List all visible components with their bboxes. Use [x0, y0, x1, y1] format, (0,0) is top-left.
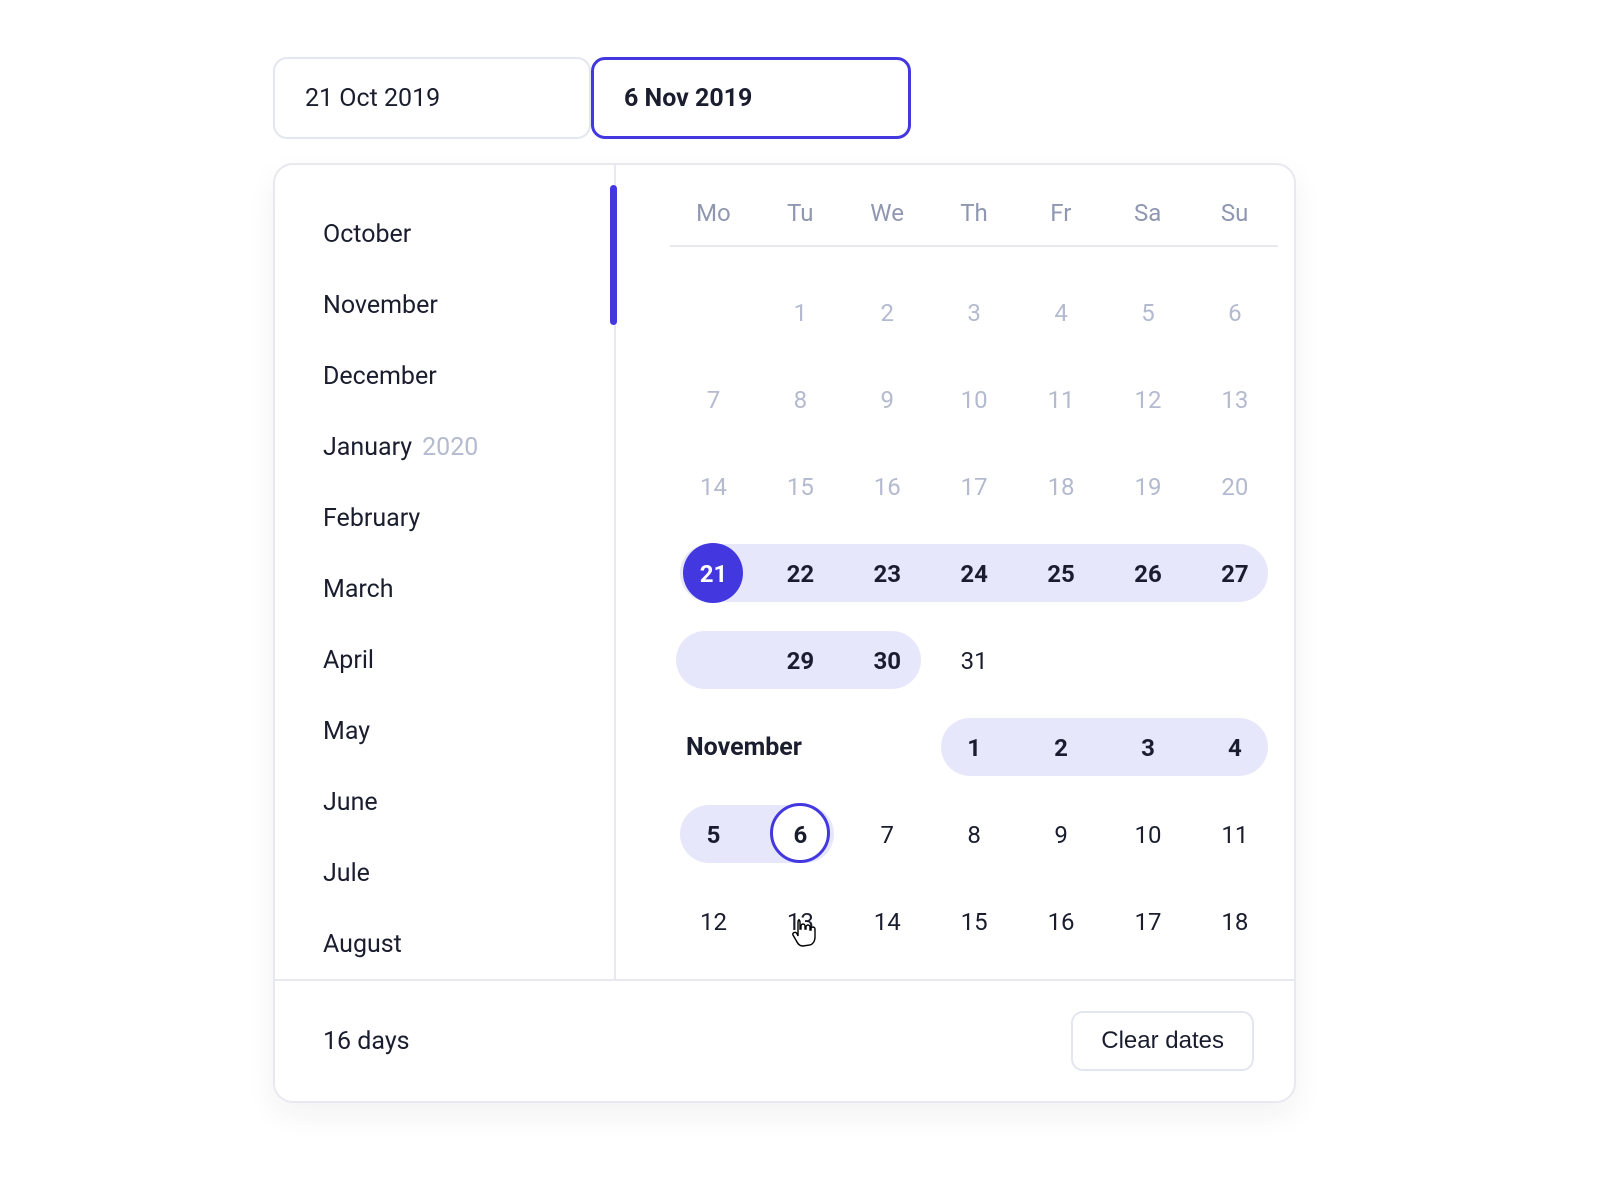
day-cell[interactable]: 22	[757, 530, 844, 617]
day-cell[interactable]: 7	[844, 791, 931, 878]
day-cell[interactable]: 2	[1018, 704, 1105, 791]
month-list-item[interactable]: January 2020	[323, 412, 614, 483]
month-list-item[interactable]: Jule	[323, 838, 614, 909]
month-list: October November December January 2020 Februa…	[275, 165, 616, 979]
day-cell[interactable]: 26	[1104, 530, 1191, 617]
month-list-item[interactable]: June	[323, 767, 614, 838]
weekday-label: Su	[1191, 199, 1278, 227]
month-label: August	[323, 930, 402, 959]
month-list-item[interactable]: December	[323, 341, 614, 412]
day-cell	[670, 704, 757, 791]
start-date-value: 21 Oct 2019	[305, 84, 440, 113]
weekday-label: We	[844, 199, 931, 227]
day-cell[interactable]: 11	[1191, 791, 1278, 878]
month-list-item[interactable]: November	[323, 270, 614, 341]
divider	[670, 245, 1278, 247]
month-label: December	[323, 362, 437, 391]
day-cell[interactable]: 23	[844, 530, 931, 617]
month-list-item[interactable]: April	[323, 625, 614, 696]
weekday-label: Sa	[1104, 199, 1191, 227]
month-label: March	[323, 575, 394, 604]
day-cell[interactable]: 12	[670, 878, 757, 965]
month-label: January	[323, 433, 412, 462]
day-cell: 15	[757, 443, 844, 530]
day-cell[interactable]: 27	[1191, 530, 1278, 617]
day-cell: 13	[1191, 356, 1278, 443]
day-cell: 2	[844, 269, 931, 356]
day-cell: 5	[1104, 269, 1191, 356]
month-label: June	[323, 788, 378, 817]
month-label: February	[323, 504, 420, 533]
day-cell	[670, 617, 757, 704]
day-cell[interactable]: 5	[670, 791, 757, 878]
day-cell[interactable]: 13	[757, 878, 844, 965]
weekday-label: Tu	[757, 199, 844, 227]
day-cell	[757, 704, 844, 791]
day-cell: 20	[1191, 443, 1278, 530]
day-cell[interactable]: 15	[931, 878, 1018, 965]
month-list-item[interactable]: February	[323, 483, 614, 554]
day-cell[interactable]: 24	[931, 530, 1018, 617]
month-label: May	[323, 717, 370, 746]
month-list-item[interactable]: October	[323, 199, 614, 270]
date-range-popover: October November December January 2020 Februa…	[273, 163, 1296, 1103]
weekday-label: Mo	[670, 199, 757, 227]
day-cell	[1018, 617, 1105, 704]
day-cell: 4	[1018, 269, 1105, 356]
day-cell: 18	[1018, 443, 1105, 530]
day-cell[interactable]: 31	[931, 617, 1018, 704]
day-cell[interactable]: 30	[844, 617, 931, 704]
month-label: Jule	[323, 859, 370, 888]
day-cell[interactable]: 16	[1018, 878, 1105, 965]
day-cell[interactable]: 6	[757, 791, 844, 878]
day-cell	[844, 704, 931, 791]
day-cell[interactable]: 21	[670, 530, 757, 617]
calendar: MoTuWeThFrSaSu 1234567891011121314151617…	[616, 165, 1294, 979]
start-date-field[interactable]: 21 Oct 2019	[273, 57, 591, 139]
month-year-suffix: 2020	[422, 433, 478, 462]
month-list-item[interactable]: August	[323, 909, 614, 980]
weekday-label: Fr	[1017, 199, 1104, 227]
selected-days-count: 16 days	[323, 1027, 410, 1056]
month-list-item[interactable]: May	[323, 696, 614, 767]
month-label: October	[323, 220, 411, 249]
day-cell[interactable]: 8	[931, 791, 1018, 878]
day-cell	[670, 269, 757, 356]
day-cell[interactable]: 29	[757, 617, 844, 704]
end-date-field[interactable]: 6 Nov 2019	[591, 57, 911, 139]
day-cell[interactable]: 14	[844, 878, 931, 965]
day-cell: 7	[670, 356, 757, 443]
day-cell[interactable]: 3	[1104, 704, 1191, 791]
day-cell[interactable]: 10	[1104, 791, 1191, 878]
day-cell: 9	[844, 356, 931, 443]
day-cell: 8	[757, 356, 844, 443]
month-label: November	[323, 291, 438, 320]
day-cell[interactable]: 18	[1191, 878, 1278, 965]
day-cell: 17	[931, 443, 1018, 530]
day-cell[interactable]: 4	[1191, 704, 1278, 791]
day-cell: 10	[931, 356, 1018, 443]
day-cell[interactable]: 1	[931, 704, 1018, 791]
day-cell[interactable]: 25	[1018, 530, 1105, 617]
day-cell: 11	[1018, 356, 1105, 443]
day-cell: 12	[1104, 356, 1191, 443]
popover-footer: 16 days Clear dates	[275, 979, 1294, 1101]
day-cell: 3	[931, 269, 1018, 356]
day-cell	[1104, 617, 1191, 704]
day-cell[interactable]: 9	[1018, 791, 1105, 878]
day-cell: 16	[844, 443, 931, 530]
month-list-item[interactable]: March	[323, 554, 614, 625]
day-cell: 14	[670, 443, 757, 530]
month-label: April	[323, 646, 374, 675]
weekday-label: Th	[931, 199, 1018, 227]
weekday-header: MoTuWeThFrSaSu	[670, 199, 1278, 227]
end-date-value: 6 Nov 2019	[624, 84, 752, 113]
day-cell[interactable]: 17	[1104, 878, 1191, 965]
day-cell: 19	[1104, 443, 1191, 530]
day-cell: 1	[757, 269, 844, 356]
day-cell	[1191, 617, 1278, 704]
day-cell: 6	[1191, 269, 1278, 356]
clear-dates-button[interactable]: Clear dates	[1071, 1011, 1254, 1071]
